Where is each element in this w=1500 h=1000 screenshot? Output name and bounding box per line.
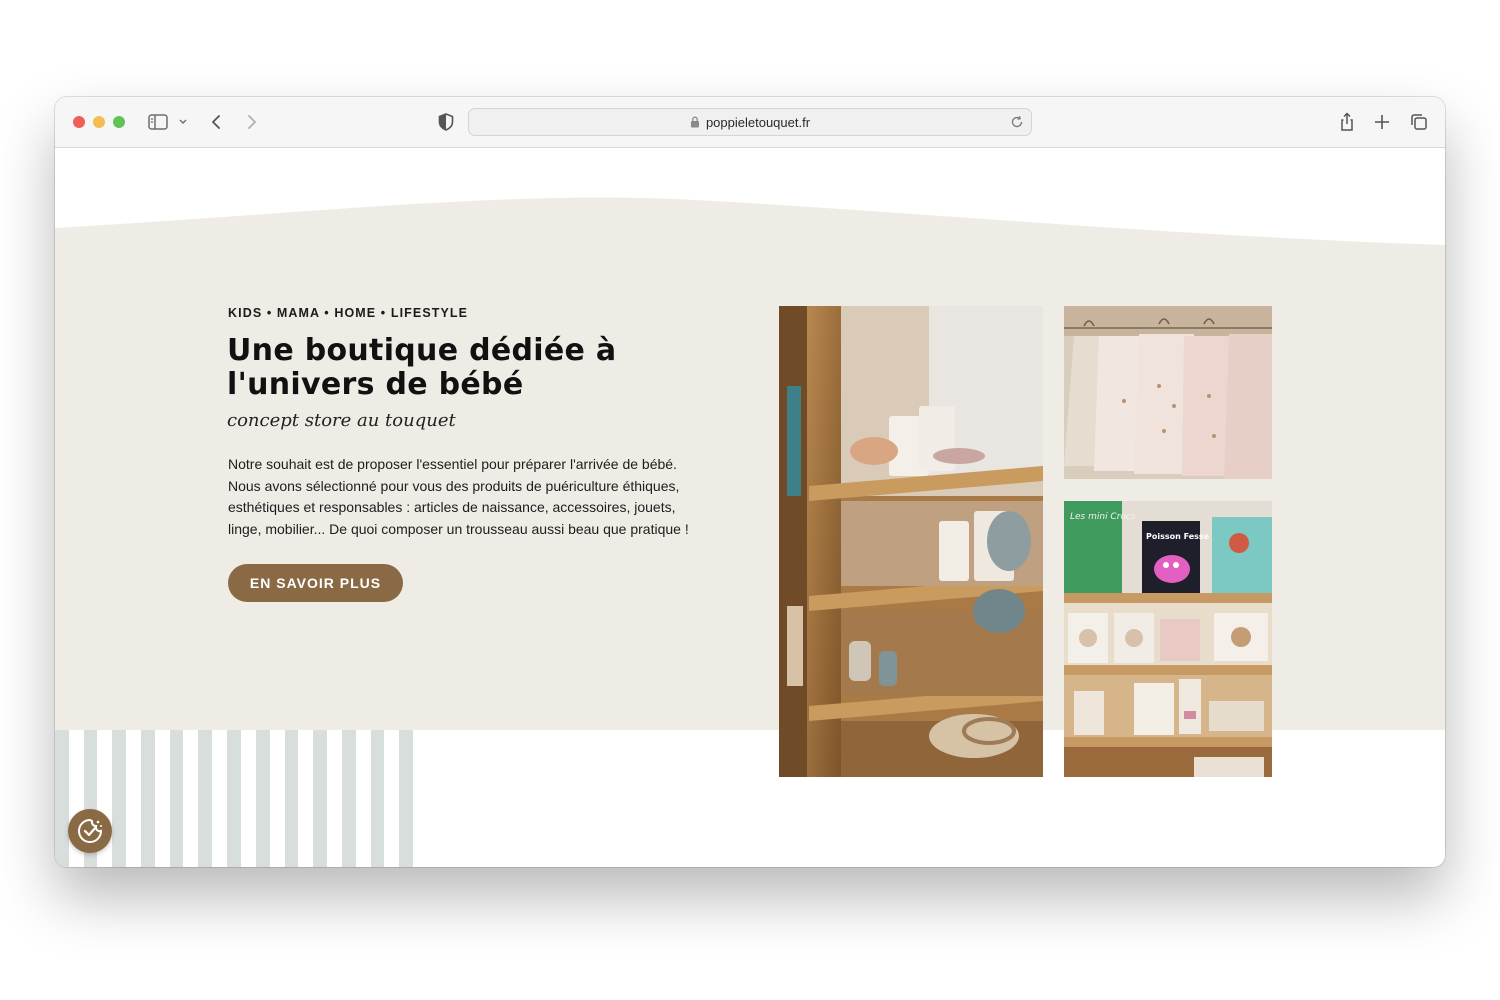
sidebar-toggle-button[interactable] xyxy=(147,110,191,134)
shield-icon xyxy=(438,113,454,131)
forward-button[interactable] xyxy=(239,110,263,134)
tabs-overview-icon xyxy=(1411,114,1427,130)
tab-overview-button[interactable] xyxy=(1407,110,1431,134)
new-tab-button[interactable] xyxy=(1370,110,1394,134)
zoom-window-button[interactable] xyxy=(113,116,125,128)
cookie-check-icon xyxy=(78,818,103,843)
privacy-report-button[interactable] xyxy=(434,110,458,134)
browser-toolbar: poppieletouquet.fr xyxy=(55,97,1445,148)
chevron-right-icon xyxy=(248,115,256,129)
minimize-window-button[interactable] xyxy=(93,116,105,128)
books-and-gifts-photo: Les mini Crocs Poisson Fesse xyxy=(1064,501,1272,777)
hero-eyebrow: KIDS • MAMA • HOME • LIFESTYLE xyxy=(228,306,469,320)
cookie-consent-button[interactable] xyxy=(68,809,112,853)
close-window-button[interactable] xyxy=(73,116,85,128)
book-1-title: Les mini Crocs xyxy=(1070,512,1136,522)
shop-shelves-photo xyxy=(779,306,1043,777)
address-bar[interactable]: poppieletouquet.fr xyxy=(468,108,1032,136)
browser-window: poppieletouquet.fr KIDS • MAMA • HOME • … xyxy=(55,97,1445,867)
share-icon xyxy=(1341,112,1353,131)
page-content: KIDS • MAMA • HOME • LIFESTYLE Une bouti… xyxy=(55,148,1445,867)
learn-more-button[interactable]: EN SAVOIR PLUS xyxy=(228,564,403,602)
book-cover-mother-child xyxy=(1212,517,1272,593)
lock-icon xyxy=(690,116,700,128)
hero-tagline: concept store au touquet xyxy=(227,410,456,431)
decorative-stripes xyxy=(55,730,428,867)
plus-icon xyxy=(1375,115,1389,129)
share-button[interactable] xyxy=(1335,110,1359,134)
hero-description: Notre souhait est de proposer l'essentie… xyxy=(228,456,689,537)
back-button[interactable] xyxy=(205,110,229,134)
reload-icon[interactable] xyxy=(1009,114,1025,133)
baby-clothes-photo xyxy=(1064,306,1272,479)
chevron-left-icon xyxy=(212,115,220,129)
url-text: poppieletouquet.fr xyxy=(705,114,811,130)
sidebar-icon xyxy=(148,114,187,130)
book-2-title: Poisson Fesse xyxy=(1146,532,1210,541)
hero-headline: Une boutique dédiée à l'univers de bébé xyxy=(227,333,617,402)
